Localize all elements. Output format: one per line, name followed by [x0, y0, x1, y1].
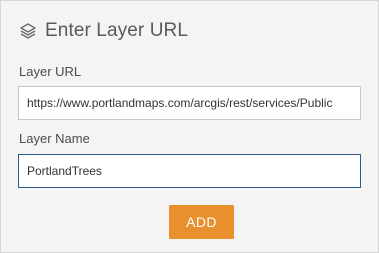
- layer-name-input[interactable]: [18, 154, 361, 188]
- layer-url-input[interactable]: [18, 86, 361, 120]
- add-button[interactable]: ADD: [169, 205, 234, 239]
- layers-icon: [19, 22, 37, 40]
- layer-url-label: Layer URL: [19, 64, 82, 79]
- page-title: Enter Layer URL: [45, 20, 189, 41]
- panel-header: Enter Layer URL: [19, 18, 188, 44]
- enter-layer-url-panel: Enter Layer URL Layer URL Layer Name ADD: [0, 0, 379, 253]
- layer-name-label: Layer Name: [19, 131, 90, 146]
